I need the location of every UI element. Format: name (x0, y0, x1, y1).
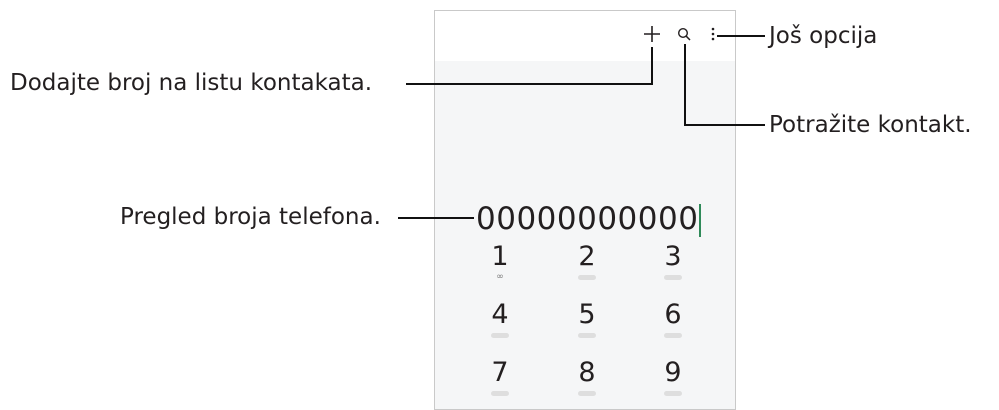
key-digit: 5 (578, 299, 596, 330)
leader-line (684, 124, 765, 126)
leader-line (717, 35, 765, 37)
key-5[interactable]: 5 (567, 301, 607, 338)
key-letters (578, 333, 596, 338)
key-letters (664, 333, 682, 338)
key-digit: 8 (578, 357, 596, 388)
callout-search-contact: Potražite kontakt. (769, 112, 972, 138)
key-digit: 6 (664, 299, 682, 330)
text-cursor (699, 204, 701, 237)
key-letters (491, 391, 509, 396)
key-9[interactable]: 9 (653, 359, 693, 396)
callout-more-options: Još opcija (769, 23, 878, 49)
more-options-icon[interactable] (710, 27, 716, 41)
key-digit: 3 (664, 241, 682, 272)
callout-number-preview: Pregled broja telefona. (120, 204, 381, 230)
leader-line (651, 47, 653, 85)
search-icon[interactable] (677, 27, 692, 42)
plus-icon[interactable] (643, 25, 661, 43)
key-letters (578, 391, 596, 396)
key-letters (578, 275, 596, 280)
key-6[interactable]: 6 (653, 301, 693, 338)
key-digit: 1 (491, 241, 509, 272)
callout-add-to-contacts: Dodajte broj na listu kontakata. (10, 70, 373, 96)
key-digit: 4 (491, 299, 509, 330)
key-digit: 9 (664, 357, 682, 388)
key-3[interactable]: 3 (653, 243, 693, 280)
key-letters (664, 275, 682, 280)
key-1[interactable]: 1 ∞ (480, 243, 520, 282)
voicemail-icon: ∞ (496, 272, 504, 282)
key-letters (664, 391, 682, 396)
key-digit: 7 (491, 357, 509, 388)
key-8[interactable]: 8 (567, 359, 607, 396)
key-letters (491, 333, 509, 338)
leader-line (406, 83, 653, 85)
key-4[interactable]: 4 (480, 301, 520, 338)
key-2[interactable]: 2 (567, 243, 607, 280)
leader-line (684, 44, 686, 126)
phone-number-preview[interactable]: 00000000000 (476, 201, 698, 237)
leader-line (398, 217, 474, 219)
key-digit: 2 (578, 241, 596, 272)
key-7[interactable]: 7 (480, 359, 520, 396)
